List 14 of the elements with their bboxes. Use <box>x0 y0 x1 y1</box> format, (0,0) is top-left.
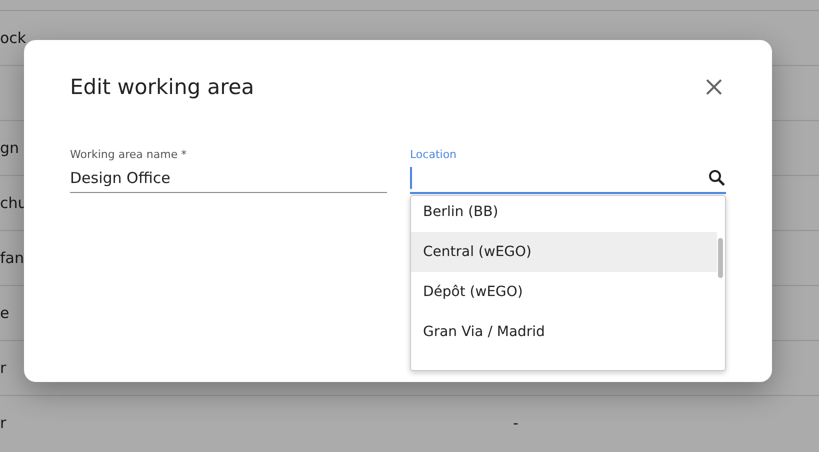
table-cell: r <box>0 359 6 377</box>
input-field[interactable]: Design Office <box>70 167 387 189</box>
field-label: Location <box>410 148 457 163</box>
table-cell: e <box>0 304 10 322</box>
dropdown-option[interactable]: Central (wEGO) <box>411 232 717 272</box>
table-cell: - <box>513 414 518 432</box>
dialog-title: Edit working area <box>70 75 254 99</box>
table-cell: fan <box>0 249 24 267</box>
field-label: Working area name * <box>70 148 187 163</box>
search-icon <box>708 169 726 187</box>
table-cell: gn <box>0 139 20 157</box>
table-cell: ock <box>0 29 26 47</box>
dropdown-option[interactable]: Berlin (BB) <box>411 196 717 232</box>
table-cell: r <box>0 414 6 432</box>
